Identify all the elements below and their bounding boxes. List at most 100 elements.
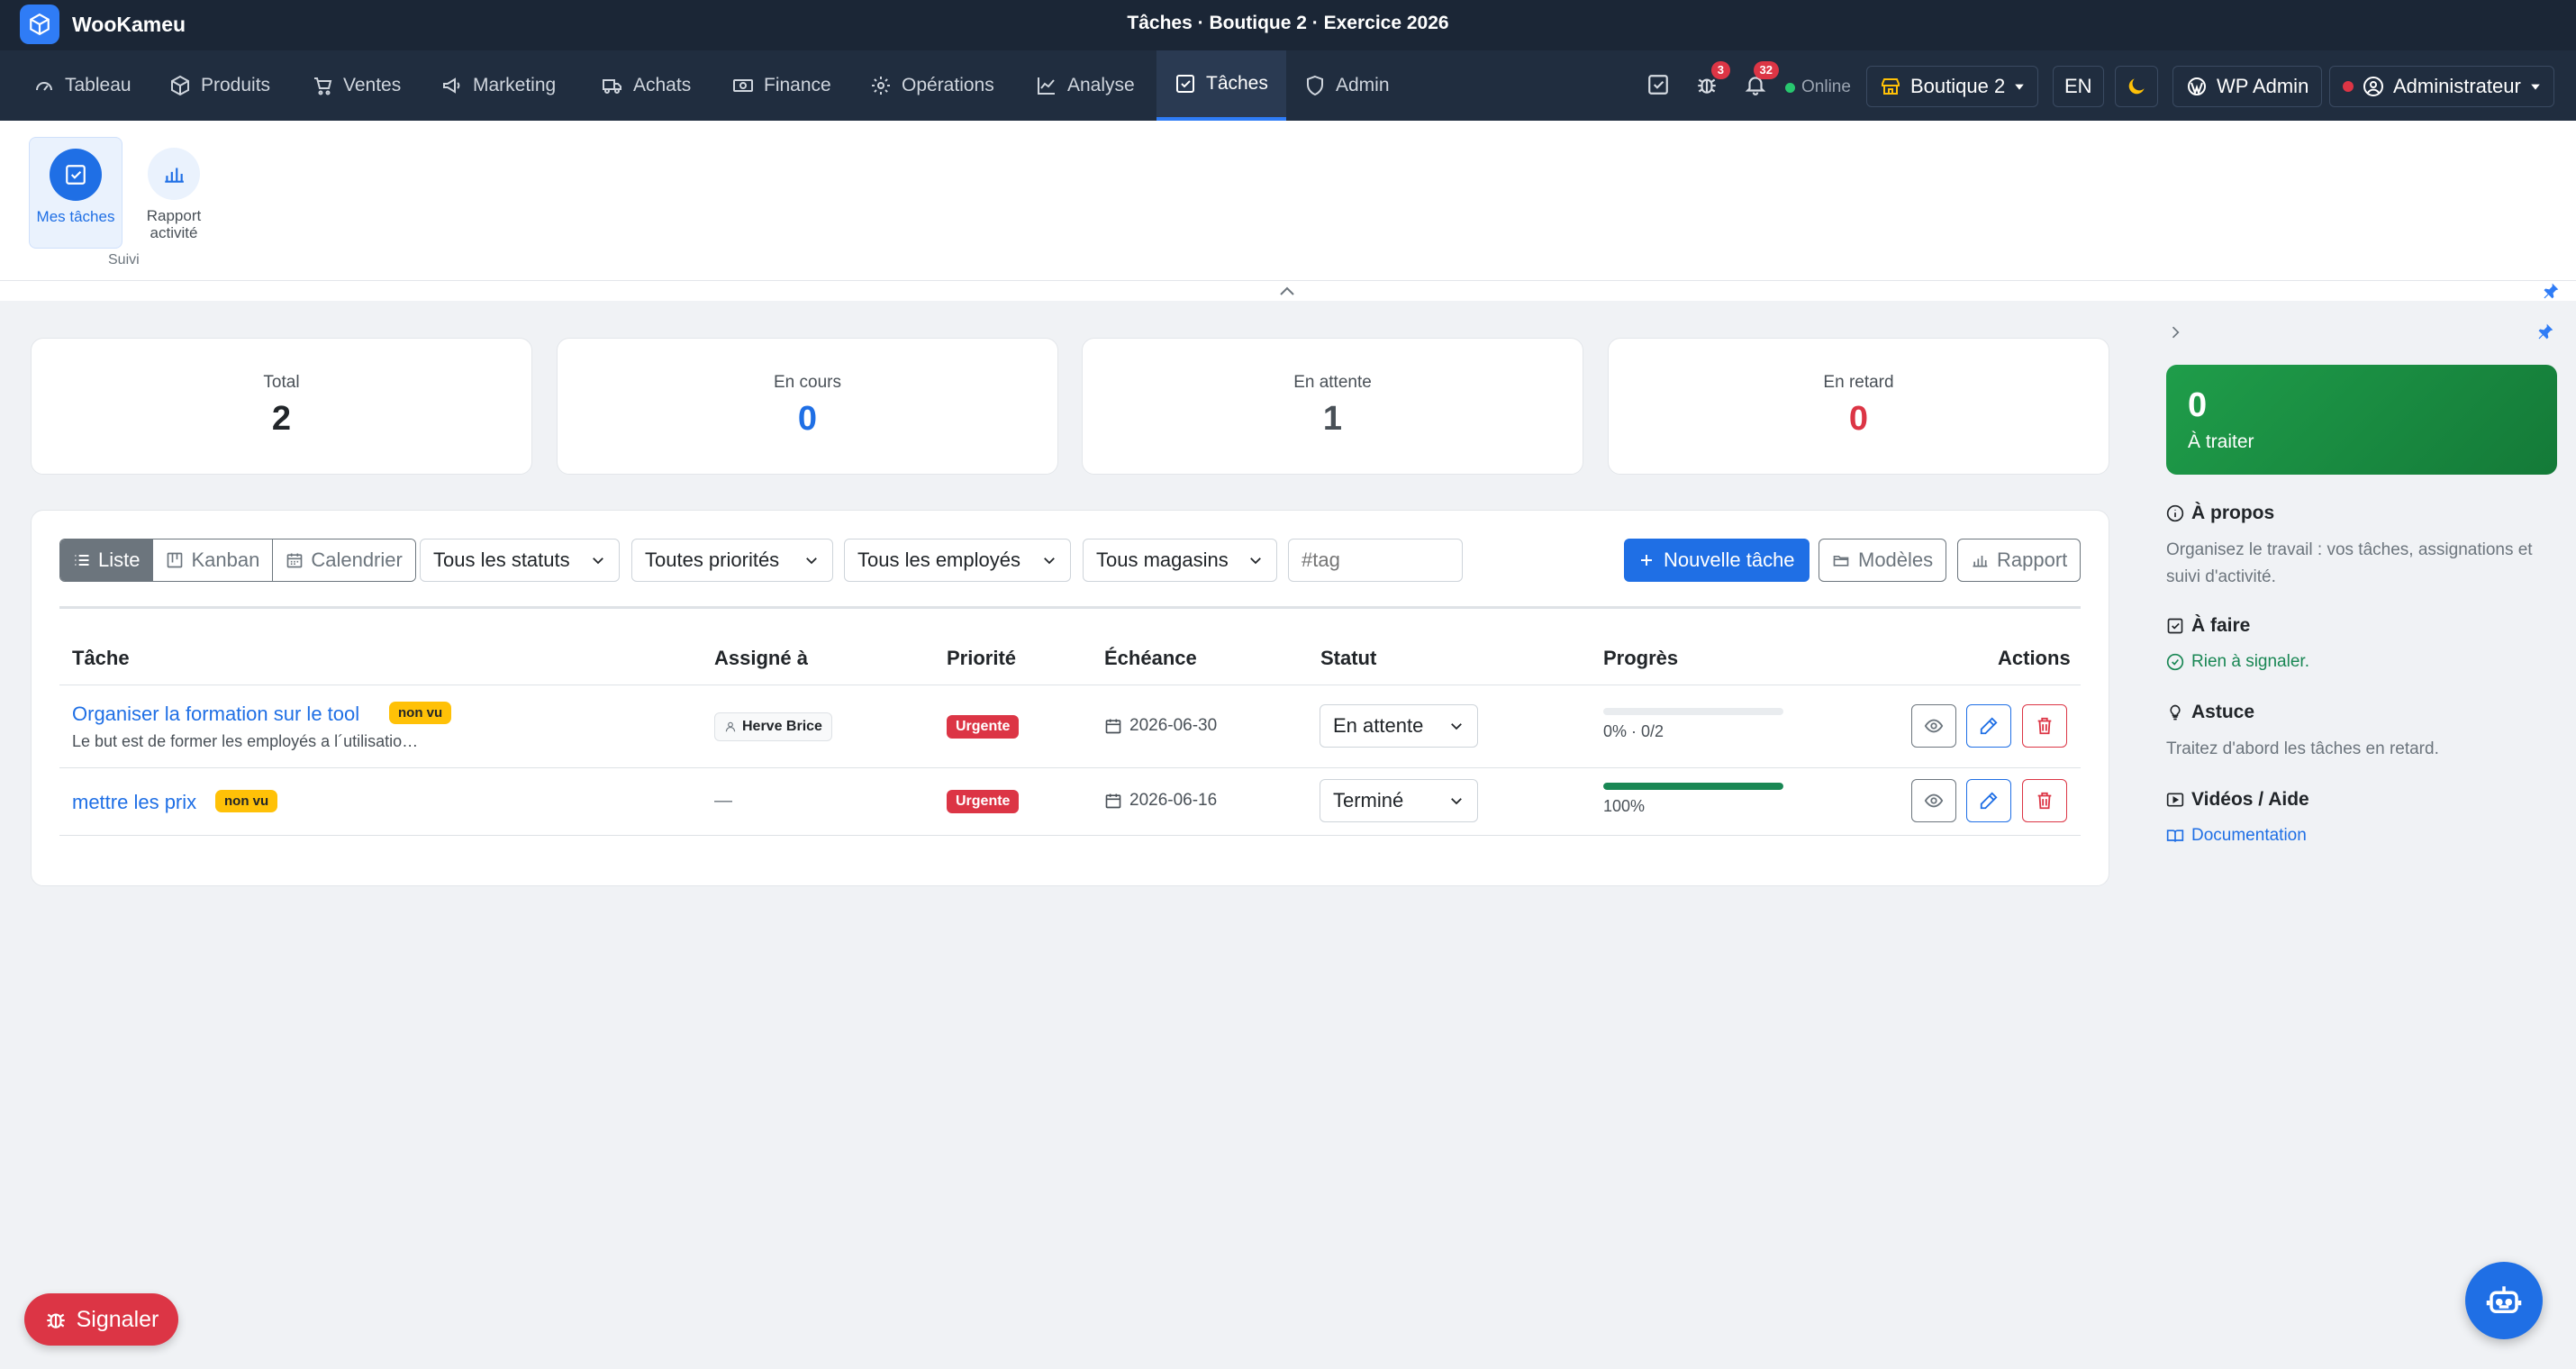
chevron-down-icon	[806, 558, 817, 565]
edit-task-button[interactable]	[1966, 704, 2011, 748]
priority-badge: Urgente	[947, 715, 1020, 739]
nav-item-achats[interactable]: Achats	[584, 50, 709, 121]
tip-title: Astuce	[2191, 702, 2255, 722]
column-header-priority[interactable]: Priorité	[947, 647, 1016, 670]
ribbon-collapse-bar[interactable]	[0, 281, 2576, 301]
tag-filter-input[interactable]	[1288, 539, 1463, 582]
stat-value: 0	[797, 400, 818, 438]
documentation-link[interactable]: Documentation	[2166, 826, 2307, 846]
chevron-right-icon[interactable]	[2166, 322, 2184, 342]
dark-mode-toggle[interactable]	[2115, 66, 2158, 107]
nav-item-tableau[interactable]: Tableau	[15, 50, 150, 121]
priority-filter[interactable]: Toutes priorités	[631, 539, 833, 582]
view-calendar-button[interactable]: Calendrier	[273, 539, 415, 581]
view-kanban-button[interactable]: Kanban	[153, 539, 274, 581]
view-task-button[interactable]	[1911, 779, 1956, 822]
task-title-link[interactable]: mettre les prix	[72, 791, 196, 814]
column-header-task[interactable]: Tâche	[72, 647, 130, 670]
status-value: En attente	[1333, 714, 1424, 737]
stat-label: Total	[263, 373, 300, 392]
nav-item-produits[interactable]: Produits	[151, 50, 288, 121]
megaphone-icon	[443, 77, 460, 94]
caret-down-icon	[2015, 84, 2025, 90]
column-header-actions: Actions	[1998, 647, 2071, 669]
nav-label: Tableau	[65, 75, 132, 95]
pin-icon[interactable]	[2542, 281, 2560, 301]
stat-label: En attente	[1293, 373, 1372, 392]
nav-item-taches[interactable]: Tâches	[1156, 50, 1286, 121]
status-filter[interactable]: Tous les statuts	[420, 539, 620, 582]
tasks-shortcut-button[interactable]	[1640, 67, 1676, 103]
delete-task-button[interactable]	[2022, 704, 2067, 748]
calendar-icon	[1105, 793, 1121, 809]
assistant-chat-button[interactable]	[2465, 1262, 2543, 1339]
todo-counter-card[interactable]: 0 À traiter	[2166, 365, 2557, 475]
assignee-empty: —	[714, 791, 732, 811]
report-button[interactable]: Rapport	[1957, 539, 2082, 582]
check-square-icon	[1176, 75, 1194, 93]
video-icon	[2166, 793, 2184, 807]
nav-item-marketing[interactable]: Marketing	[423, 50, 574, 121]
status-select[interactable]: Terminé	[1320, 779, 1478, 822]
unseen-badge: non vu	[389, 702, 452, 724]
ribbon-group-label: Suivi	[108, 252, 140, 267]
caret-down-icon	[2531, 84, 2540, 90]
eye-icon	[1924, 793, 1944, 808]
status-select[interactable]: En attente	[1320, 704, 1478, 748]
notifications-button[interactable]: 32	[1737, 61, 1779, 103]
new-task-button[interactable]: Nouvelle tâche	[1624, 539, 1810, 582]
todo-title: À faire	[2191, 615, 2251, 636]
store-filter[interactable]: Tous magasins	[1083, 539, 1277, 582]
stat-card-total: Total 2	[31, 338, 532, 475]
view-task-button[interactable]	[1911, 704, 1956, 748]
column-header-status[interactable]: Statut	[1320, 647, 1376, 670]
robot-icon	[2486, 1286, 2522, 1313]
ribbon-my-tasks[interactable]: Mes tâches	[29, 137, 122, 249]
assignee-name: Herve Brice	[742, 719, 822, 734]
nav-item-admin[interactable]: Admin	[1286, 50, 1408, 121]
status-value: Terminé	[1333, 789, 1404, 811]
stat-card-in-progress: En cours 0	[557, 338, 1058, 475]
edit-task-button[interactable]	[1966, 779, 2011, 822]
nav-item-ventes[interactable]: Ventes	[294, 50, 419, 121]
chart-line-icon	[1038, 77, 1055, 95]
language-button[interactable]: EN	[2053, 66, 2104, 107]
stat-value: 2	[271, 400, 292, 438]
kanban-icon	[168, 552, 183, 568]
priority-badge: Urgente	[947, 790, 1020, 813]
language-label: EN	[2064, 75, 2092, 97]
wp-admin-button[interactable]: WP Admin	[2172, 66, 2323, 107]
bug-report-button[interactable]: 3	[1689, 61, 1730, 103]
templates-button[interactable]: Modèles	[1819, 539, 1947, 582]
user-menu[interactable]: Administrateur	[2329, 66, 2554, 107]
pin-icon[interactable]	[2536, 322, 2554, 341]
nav-item-finance[interactable]: Finance	[714, 50, 849, 121]
box-icon	[171, 75, 189, 96]
ribbon-my-tasks-circle	[50, 149, 102, 201]
chevron-down-icon	[1451, 798, 1462, 805]
task-title-link[interactable]: Organiser la formation sur le tool	[72, 703, 359, 726]
column-header-progress[interactable]: Progrès	[1603, 647, 1678, 670]
nav-item-operations[interactable]: Opérations	[852, 50, 1012, 121]
view-list-button[interactable]: Liste	[60, 539, 154, 581]
online-label: Online	[1801, 77, 1851, 96]
stat-card-overdue: En retard 0	[1608, 338, 2109, 475]
delete-task-button[interactable]	[2022, 779, 2067, 822]
column-header-assigned[interactable]: Assigné à	[714, 647, 808, 670]
nav-item-analyse[interactable]: Analyse	[1018, 50, 1153, 121]
report-issue-button[interactable]: Signaler	[24, 1293, 178, 1346]
column-header-due[interactable]: Échéance	[1104, 647, 1197, 670]
store-icon	[1882, 78, 1900, 95]
employee-filter[interactable]: Tous les employés	[844, 539, 1071, 582]
book-icon	[2166, 830, 2184, 842]
due-date-value: 2026-06-16	[1129, 791, 1218, 810]
store-selector[interactable]: Boutique 2	[1866, 66, 2039, 107]
due-date: 2026-06-16	[1104, 791, 1217, 811]
ribbon-activity-report[interactable]: Rapport activité	[127, 137, 221, 249]
about-title: À propos	[2191, 503, 2275, 523]
todo-status-text: Rien à signaler.	[2191, 652, 2309, 671]
due-date-value: 2026-06-30	[1129, 716, 1218, 735]
online-status: Online	[1785, 77, 1851, 97]
store-filter-value: Tous magasins	[1096, 549, 1229, 571]
progress-bar	[1603, 783, 1783, 790]
